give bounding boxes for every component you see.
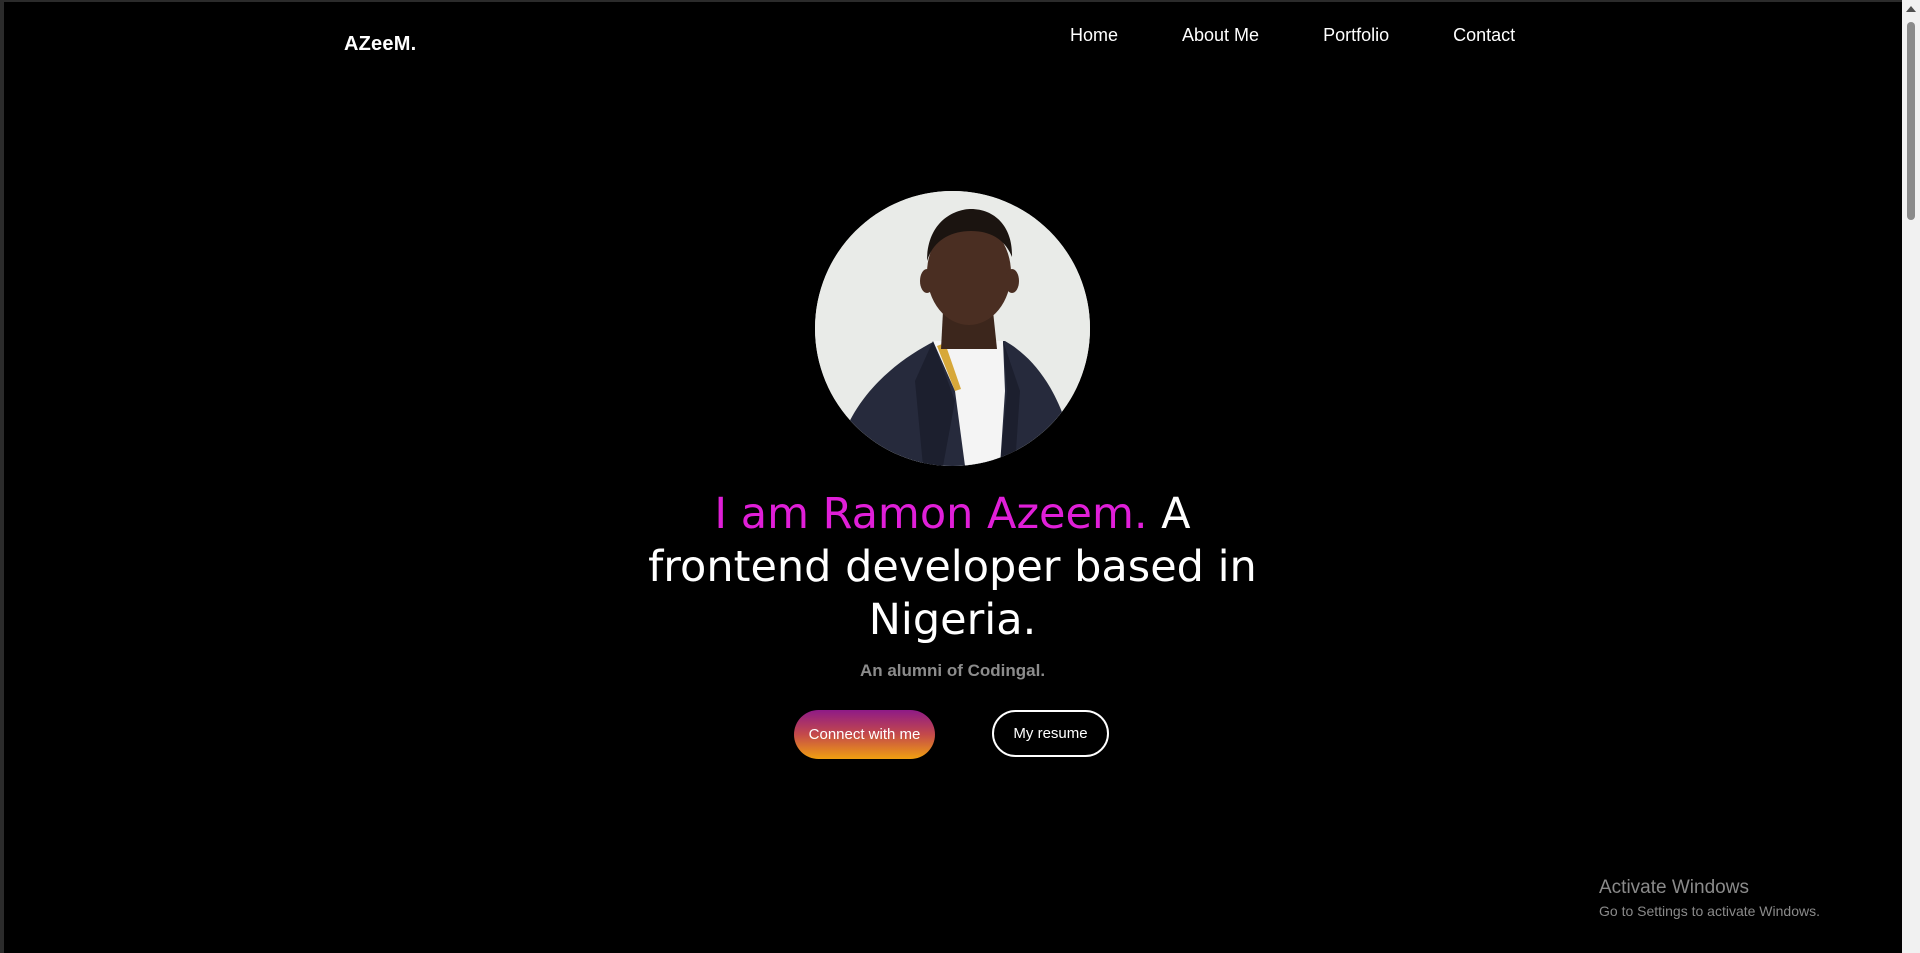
- hero-headline: I am Ramon Azeem. A frontend developer b…: [640, 488, 1265, 647]
- vertical-scrollbar[interactable]: [1902, 0, 1920, 953]
- profile-photo-illustration: [815, 191, 1090, 466]
- main-nav: Home About Me Portfolio Contact: [1070, 25, 1515, 46]
- site-logo[interactable]: AZeeM.: [344, 33, 416, 56]
- nav-contact-link[interactable]: Contact: [1453, 25, 1515, 46]
- nav-home-link[interactable]: Home: [1070, 25, 1118, 46]
- hero-headline-name: I am Ramon Azeem.: [714, 489, 1148, 539]
- hero-subtext: An alumni of Codingal.: [859, 661, 1046, 680]
- profile-photo: [815, 191, 1090, 466]
- window-border-left: [0, 0, 4, 953]
- windows-activation-watermark: Activate Windows Go to Settings to activ…: [1599, 877, 1820, 919]
- connect-button[interactable]: Connect with me: [794, 710, 935, 759]
- watermark-title: Activate Windows: [1599, 877, 1749, 898]
- window-border-top: [0, 0, 1902, 2]
- resume-button[interactable]: My resume: [992, 710, 1109, 757]
- nav-about-link[interactable]: About Me: [1182, 25, 1259, 46]
- scrollbar-thumb[interactable]: [1907, 22, 1915, 220]
- page: AZeeM. Home About Me Portfolio Contact I…: [0, 0, 1920, 953]
- scroll-up-arrow-icon[interactable]: [1906, 6, 1916, 12]
- watermark-subtitle: Go to Settings to activate Windows.: [1599, 903, 1820, 919]
- nav-portfolio-link[interactable]: Portfolio: [1323, 25, 1389, 46]
